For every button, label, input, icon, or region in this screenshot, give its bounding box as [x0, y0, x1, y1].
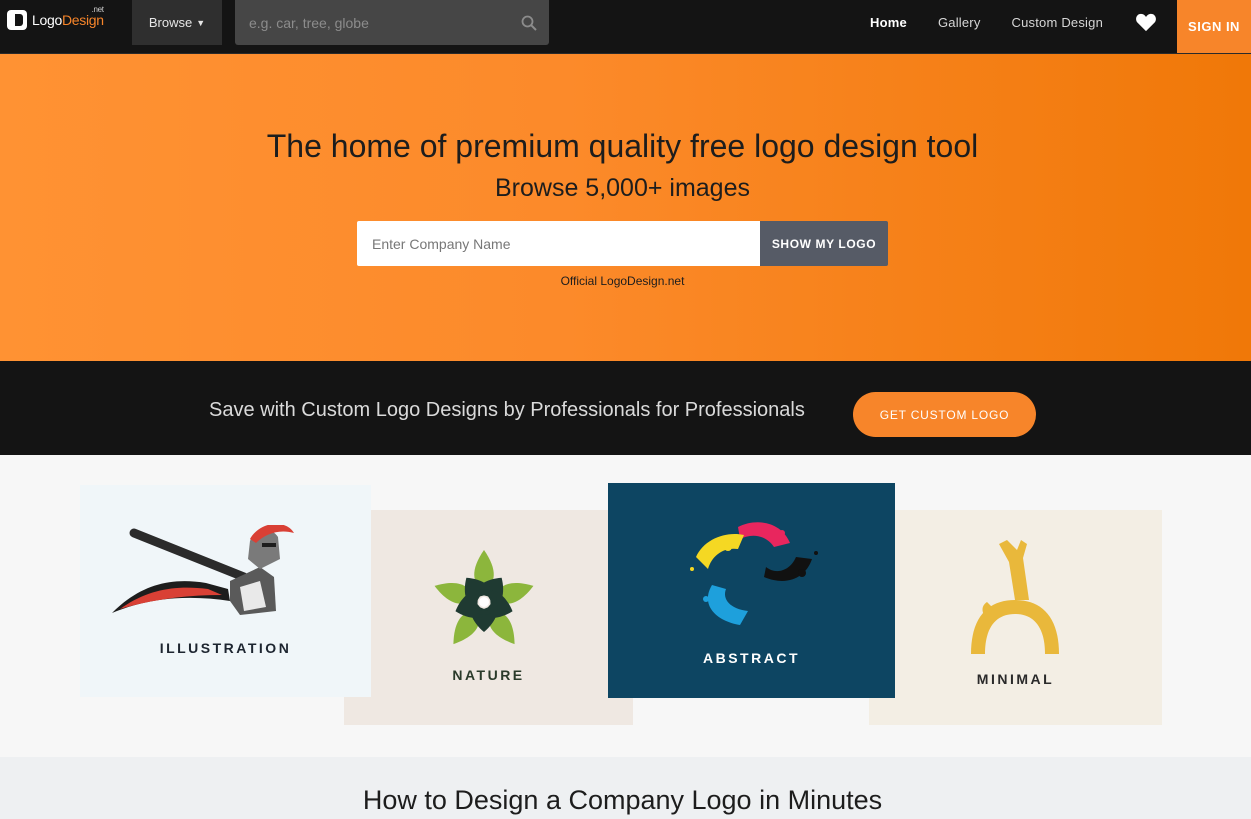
how-to-title: How to Design a Company Logo in Minutes — [362, 785, 883, 815]
color-splash-icon — [690, 522, 818, 625]
knight-mascot-icon — [112, 525, 294, 615]
site-logo[interactable]: LogoDesign .net — [6, 5, 104, 31]
get-custom-logo-button[interactable]: GET CUSTOM LOGO — [853, 392, 1036, 437]
company-name-input[interactable] — [357, 221, 760, 266]
category-label-nature: NATURE — [452, 667, 525, 683]
hero-subtitle: Browse 5,000+ images — [494, 174, 750, 202]
browse-dropdown-button[interactable]: Browse ▼ — [132, 0, 222, 45]
category-card-illustration[interactable]: ILLUSTRATION — [80, 485, 371, 697]
logo-mark-icon — [7, 10, 27, 30]
main-nav: Home Gallery Custom Design — [839, 0, 1103, 45]
nav-custom-design-link[interactable]: Custom Design — [1012, 15, 1103, 30]
category-card-minimal[interactable]: MINIMAL — [869, 510, 1162, 725]
chevron-down-icon: ▼ — [196, 17, 206, 28]
official-note: Official LogoDesign.net — [560, 274, 685, 288]
search-icon[interactable] — [521, 15, 537, 31]
category-label-minimal: MINIMAL — [976, 671, 1055, 687]
nav-gallery-link[interactable]: Gallery — [938, 15, 981, 30]
show-my-logo-button[interactable]: SHOW MY LOGO — [760, 221, 888, 266]
category-card-abstract[interactable]: ABSTRACT — [608, 483, 895, 698]
browse-label: Browse — [148, 15, 193, 30]
category-label-abstract: ABSTRACT — [703, 650, 800, 666]
hero-section: The home of premium quality free logo de… — [0, 54, 1251, 361]
nature-emblem-icon — [434, 550, 534, 645]
brand-name: LogoDesign .net — [32, 5, 104, 28]
nav-home-link[interactable]: Home — [870, 15, 907, 30]
category-card-nature[interactable]: NATURE — [344, 510, 633, 725]
search-input[interactable] — [235, 0, 549, 45]
search-bar — [235, 0, 549, 45]
category-showcase: NATURE ILLUSTRATION MINIMAL ABSTRACT — [0, 455, 1251, 757]
sign-in-button[interactable]: SIGN IN — [1177, 0, 1251, 53]
category-label-illustration: ILLUSTRATION — [159, 640, 292, 656]
hero-title: The home of premium quality free logo de… — [266, 128, 979, 164]
promo-text: Save with Custom Logo Designs by Profess… — [209, 399, 805, 421]
giraffe-arch-icon — [971, 540, 1059, 654]
top-navbar: LogoDesign .net Browse ▼ Home Gallery Cu… — [0, 0, 1251, 54]
heart-icon[interactable] — [1135, 12, 1157, 32]
how-to-section: How to Design a Company Logo in Minutes — [0, 757, 1251, 819]
custom-logo-promo: Save with Custom Logo Designs by Profess… — [0, 361, 1251, 455]
